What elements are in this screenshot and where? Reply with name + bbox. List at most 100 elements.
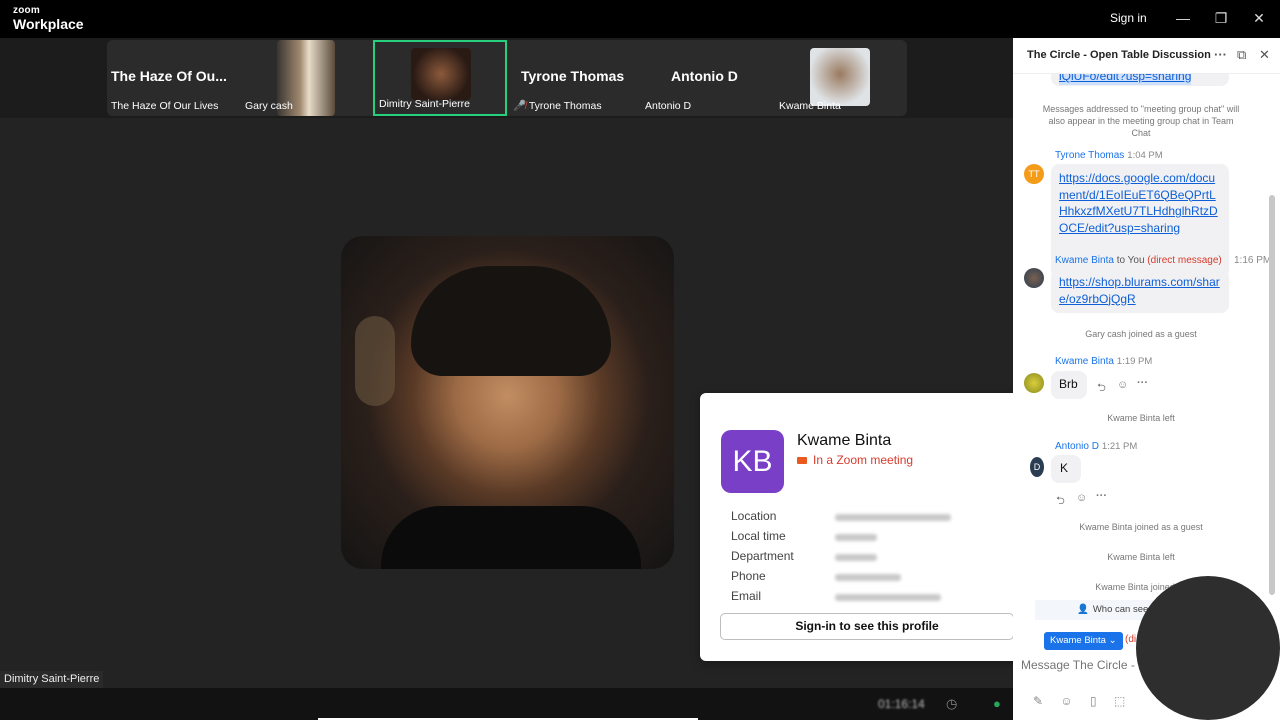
mic-icon[interactable]: ●	[993, 696, 1001, 711]
avatar[interactable]	[1024, 268, 1044, 288]
message-time: 1:04 PM	[1127, 150, 1163, 161]
logo-line1: zoom	[13, 5, 40, 16]
zoom-app: zoom Workplace Sign in — ❐ ✕ The Haze Of…	[0, 0, 1280, 720]
screenshot-icon[interactable]: ⬚	[1114, 694, 1125, 708]
message-time: 1:16 PM	[1234, 255, 1272, 266]
shared-link[interactable]: https://shop.blurams.com/share/oz9rbOjQg…	[1059, 274, 1223, 307]
system-message: Kwame Binta left	[1107, 552, 1175, 562]
message-sender: Kwame Binta 1:19 PM	[1055, 356, 1152, 367]
minimize-icon[interactable]: —	[1172, 8, 1194, 28]
close-icon[interactable]: ✕	[1248, 8, 1270, 28]
participant-tile-active[interactable]: Dimitry Saint-Pierre	[373, 40, 507, 116]
sign-in-profile-button[interactable]: Sign-in to see this profile	[720, 613, 1014, 640]
profile-status: In a Zoom meeting	[797, 453, 913, 467]
add-reaction-icon[interactable]: ☺	[1076, 492, 1087, 504]
logo-line2: Workplace	[13, 16, 84, 32]
speaker-shirt	[381, 506, 641, 569]
shared-link[interactable]: https://docs.google.com/document/d/1EoIE…	[1059, 170, 1223, 236]
tile-name: Kwame Binta	[779, 100, 841, 112]
more-options-icon[interactable]: ···	[1214, 47, 1227, 62]
restore-icon[interactable]: ❐	[1210, 8, 1232, 28]
message-text: Brb	[1059, 377, 1078, 391]
profile-value-blurred	[835, 574, 901, 581]
chat-scrollbar[interactable]	[1269, 195, 1275, 595]
mic-muted-icon: 🎤̸	[513, 100, 527, 112]
chat-toolbar: ✎ ☺ ▯ ⬚	[1021, 694, 1125, 708]
speaker-name-label: Dimitry Saint-Pierre	[0, 671, 104, 688]
message-sender: Antonio D 1:21 PM	[1055, 441, 1137, 452]
profile-value-blurred	[835, 554, 877, 561]
avatar[interactable]: TT	[1024, 164, 1044, 184]
profile-card: KB Kwame Binta In a Zoom meeting Locatio…	[700, 393, 1036, 661]
message-time: 1:21 PM	[1101, 441, 1138, 452]
floating-video-overlay	[1136, 576, 1280, 720]
add-reaction-icon[interactable]: ☺	[1117, 379, 1128, 391]
profile-field-phone: Phone	[731, 569, 766, 583]
chat-title: The Circle - Open Table Discussion	[1027, 49, 1211, 61]
chat-messages[interactable]: lQlUFo/edit?usp=sharing Messages address…	[1013, 74, 1280, 634]
avatar[interactable]: D	[1030, 457, 1044, 477]
message-bubble: K	[1051, 455, 1081, 483]
profile-value-blurred	[835, 514, 951, 521]
shared-link[interactable]: lQlUFo/edit?usp=sharing	[1059, 74, 1192, 85]
title-bar: zoom Workplace Sign in — ❐ ✕	[0, 0, 1280, 38]
profile-value-blurred	[835, 534, 877, 541]
profile-value-blurred	[835, 594, 941, 601]
pop-out-icon[interactable]: ⧉	[1237, 47, 1246, 63]
close-chat-icon[interactable]: ✕	[1259, 47, 1270, 63]
sender-name[interactable]: Antonio D	[1055, 441, 1099, 452]
profile-status-text: In a Zoom meeting	[813, 453, 914, 467]
emoji-icon[interactable]: ☺	[1060, 694, 1072, 708]
more-actions-icon[interactable]: ···	[1096, 490, 1107, 502]
profile-field-location: Location	[731, 509, 777, 523]
active-speaker-video[interactable]	[341, 236, 674, 569]
system-message: Kwame Binta left	[1107, 413, 1175, 423]
tile-name: Antonio D	[645, 100, 692, 112]
direct-message-tag: (di	[1125, 634, 1137, 645]
meeting-controls-bar	[0, 688, 1013, 720]
message-time: 1:19 PM	[1116, 356, 1153, 367]
sender-name[interactable]: Kwame Binta	[1055, 356, 1114, 367]
participant-tile[interactable]: The Haze Of Ou... The Haze Of Our Lives	[107, 40, 243, 116]
participant-tile[interactable]: Tyrone Thomas 🎤̸ Tyrone Thomas	[511, 40, 639, 116]
avatar[interactable]	[1024, 373, 1044, 393]
participant-tile[interactable]: Antonio D Antonio D	[641, 40, 771, 116]
system-message: Kwame Binta joined as a guest	[1079, 522, 1203, 532]
file-icon[interactable]: ▯	[1090, 694, 1097, 708]
participant-tile[interactable]: Gary cash	[241, 40, 337, 116]
video-camera-icon	[797, 457, 807, 465]
profile-avatar: KB	[721, 430, 784, 493]
tile-name: Gary cash	[245, 100, 293, 112]
timer-icon[interactable]: ◷	[946, 696, 957, 712]
tile-name: Dimitry Saint-Pierre	[379, 98, 471, 110]
chat-header: The Circle - Open Table Discussion ··· ⧉…	[1013, 38, 1280, 74]
sender-name[interactable]: Tyrone Thomas	[1055, 150, 1124, 161]
message-sender: Kwame Binta to You (direct message)	[1055, 255, 1222, 266]
participant-video	[411, 48, 471, 100]
message-text: K	[1060, 461, 1069, 475]
sender-name[interactable]: Kwame Binta	[1055, 255, 1114, 266]
background-lamp	[355, 316, 395, 406]
profile-name: Kwame Binta	[797, 432, 892, 449]
reply-icon[interactable]: ⮌	[1097, 379, 1106, 398]
tile-name-row: 🎤̸ Tyrone Thomas	[513, 99, 602, 112]
format-icon[interactable]: ✎	[1033, 694, 1043, 708]
sign-in-link[interactable]: Sign in	[1110, 11, 1147, 25]
profile-field-department: Department	[731, 549, 794, 563]
zoom-workplace-logo: zoom Workplace	[13, 5, 84, 32]
system-message: Gary cash joined as a guest	[1085, 329, 1197, 339]
tile-title: Antonio D	[671, 68, 738, 84]
person-icon: 👤	[1077, 604, 1089, 615]
more-actions-icon[interactable]: ···	[1137, 377, 1148, 389]
recipient-label: to You	[1113, 255, 1148, 266]
tile-title: The Haze Of Ou...	[111, 68, 227, 84]
who-can-see-text: Who can see	[1092, 604, 1149, 615]
chat-notice: Messages addressed to "meeting group cha…	[1042, 104, 1240, 138]
reply-icon[interactable]: ⮌	[1056, 492, 1065, 511]
participant-tile[interactable]: Kwame Binta	[775, 40, 907, 116]
speaker-hair	[411, 266, 611, 376]
message-bubble: Brb	[1051, 371, 1087, 399]
recipient-dropdown[interactable]: Kwame Binta ⌄	[1044, 632, 1123, 650]
message-bubble: https://shop.blurams.com/share/oz9rbOjQg…	[1051, 269, 1229, 313]
profile-field-local-time: Local time	[731, 529, 786, 543]
